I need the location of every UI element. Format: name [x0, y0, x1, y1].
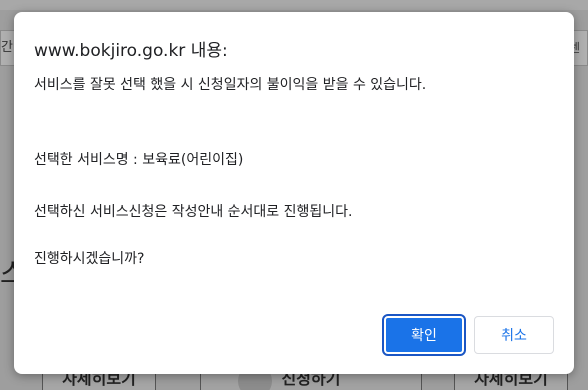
- background-top-bar: [0, 0, 588, 10]
- cancel-button[interactable]: 취소: [474, 316, 554, 354]
- page: 간 센터 스 자세히보기 신청하기 자세히보기 www.bokjiro.go.k…: [0, 0, 588, 390]
- ok-button[interactable]: 확인: [382, 314, 466, 356]
- dialog-message-warning: 서비스를 잘못 선택 했을 시 신청일자의 불이익을 받을 수 있습니다.: [34, 77, 427, 93]
- dialog-title: www.bokjiro.go.kr 내용:: [34, 41, 228, 61]
- confirm-dialog: www.bokjiro.go.kr 내용: 서비스를 잘못 선택 했을 시 신청…: [14, 12, 574, 374]
- dialog-message-question: 진행하시겠습니까?: [34, 251, 145, 267]
- dialog-message-procedure: 선택하신 서비스신청은 작성안내 순서대로 진행됩니다.: [34, 204, 353, 220]
- dialog-message-service-name: 선택한 서비스명 : 보육료(어린이집): [34, 152, 244, 168]
